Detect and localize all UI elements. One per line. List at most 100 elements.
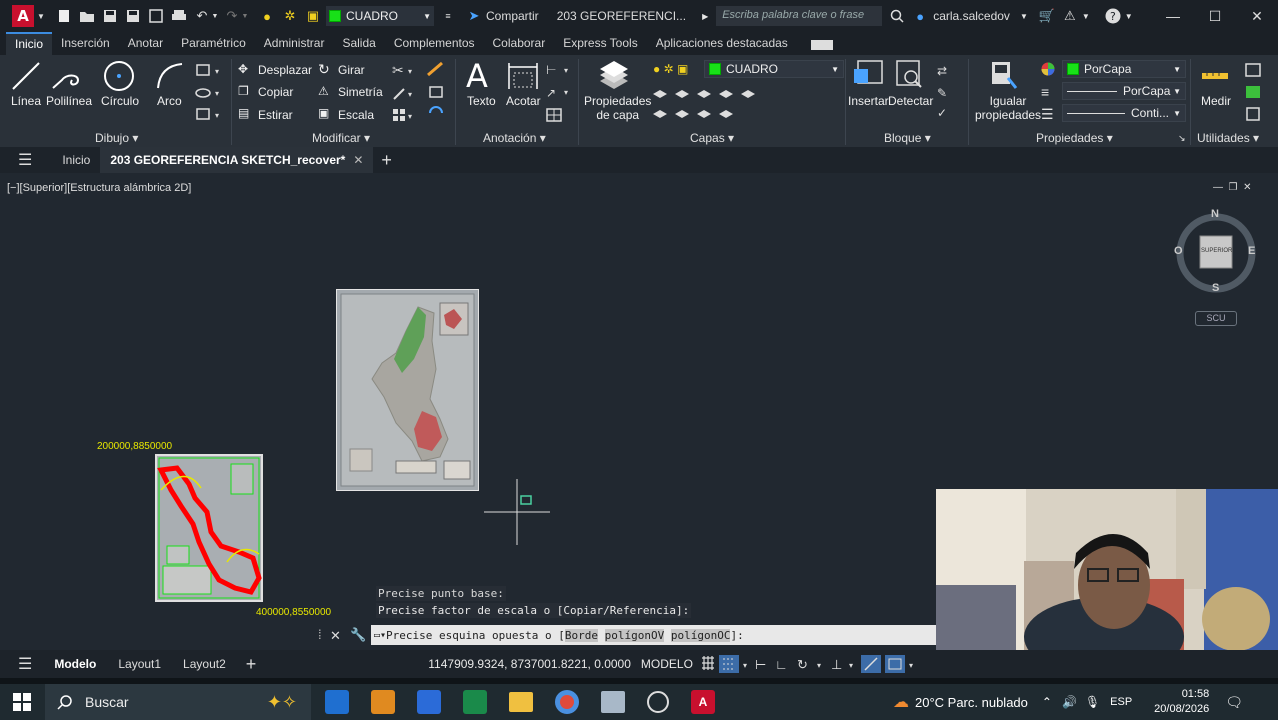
layer-tools-icons[interactable]: [651, 84, 759, 124]
help-chevron-icon[interactable]: ▼: [1125, 12, 1133, 21]
hamburger-menu-icon[interactable]: ☰: [18, 150, 32, 170]
draw-extra-icons[interactable]: ▾ ▾ ▾: [195, 63, 225, 125]
layer-on-icon[interactable]: ● ✲ ▣: [653, 62, 688, 76]
weather-icon[interactable]: ☁: [893, 692, 909, 712]
file-explorer-icon[interactable]: [509, 692, 533, 712]
menu-chevron-icon[interactable]: ▼: [37, 7, 45, 25]
polyline-button[interactable]: Polilínea: [46, 94, 92, 108]
maximize-button[interactable]: ☐: [1194, 0, 1236, 32]
insert-block-icon[interactable]: [852, 59, 886, 91]
close-tab-icon[interactable]: ✕: [353, 147, 363, 173]
arc-button[interactable]: Arco: [157, 94, 182, 108]
drawing-canvas[interactable]: [−][Superior][Estructura alámbrica 2D] —…: [0, 173, 1278, 652]
tab-inicio[interactable]: Inicio: [6, 32, 53, 55]
mic-icon[interactable]: 🎙: [1085, 695, 1100, 709]
layout-menu-icon[interactable]: ☰: [18, 654, 32, 674]
open-folder-icon[interactable]: [78, 7, 96, 25]
tab-parametrico[interactable]: Paramétrico: [172, 32, 255, 55]
add-layout-icon[interactable]: +: [246, 654, 257, 675]
georeferenced-sheet[interactable]: [155, 454, 263, 602]
insert-button[interactable]: Insertar: [848, 94, 889, 108]
utilities-extra-icons[interactable]: [1244, 62, 1262, 122]
undo-icon[interactable]: ↶: [193, 7, 211, 25]
line-button[interactable]: Línea: [11, 94, 41, 108]
layer-properties-icon[interactable]: [598, 61, 630, 91]
move-button[interactable]: Desplazar: [258, 63, 312, 77]
minimize-button[interactable]: —: [1152, 0, 1194, 32]
close-button[interactable]: ✕: [1236, 0, 1278, 32]
text-icon[interactable]: A: [466, 57, 488, 95]
user-icon[interactable]: ●: [911, 7, 929, 25]
command-option-borde[interactable]: Borde: [564, 628, 598, 642]
user-chevron-icon[interactable]: ▼: [1020, 12, 1028, 21]
sun-icon[interactable]: ✲: [281, 7, 299, 25]
search-input[interactable]: Escriba palabra clave o frase: [716, 6, 883, 26]
block-group-label[interactable]: Bloque ▾: [884, 131, 931, 145]
arc-icon[interactable]: [154, 60, 186, 92]
compass-north[interactable]: N: [1211, 208, 1219, 220]
teams-icon[interactable]: [371, 690, 395, 714]
tab-insercion[interactable]: Inserción: [52, 32, 119, 55]
clock[interactable]: 01:58 20/08/2026: [1154, 687, 1209, 717]
compass-west[interactable]: O: [1174, 245, 1183, 257]
circle-icon[interactable]: [102, 59, 136, 93]
learning-chevron-icon[interactable]: ▼: [1082, 12, 1090, 21]
command-prompt-icon[interactable]: ▭▾: [374, 630, 386, 641]
close-command-icon[interactable]: ✕: [330, 628, 341, 644]
map-sheet-image[interactable]: [336, 289, 479, 491]
user-name[interactable]: carla.salcedov: [933, 9, 1010, 23]
dimension-button[interactable]: Acotar: [506, 94, 541, 108]
save-as-icon[interactable]: [124, 7, 142, 25]
excel-icon[interactable]: [463, 690, 487, 714]
share-icon[interactable]: ➤: [465, 7, 483, 25]
tab-colaborar[interactable]: Colaborar: [484, 32, 555, 55]
redo-dropdown-icon[interactable]: ▼: [242, 7, 249, 25]
status-toggle-icons[interactable]: ▾ ⊢ ∟ ↻ ▾ ⊥ ▾ ▾: [699, 654, 935, 674]
line-icon[interactable]: [10, 60, 42, 92]
rotate-button[interactable]: Girar: [338, 63, 365, 77]
tab-anotar[interactable]: Anotar: [119, 32, 172, 55]
volume-icon[interactable]: 🔊: [1062, 695, 1077, 709]
model-space-button[interactable]: MODELO: [641, 657, 693, 671]
tab-complementos[interactable]: Complementos: [385, 32, 484, 55]
compass-south[interactable]: S: [1212, 282, 1219, 294]
stretch-button[interactable]: Estirar: [258, 108, 293, 122]
tray-chevron-icon[interactable]: ⌃: [1042, 695, 1052, 709]
circle-button[interactable]: Círculo: [101, 94, 139, 108]
print-icon[interactable]: [170, 7, 188, 25]
doc-tab-home[interactable]: Inicio: [52, 147, 100, 173]
language-indicator[interactable]: ESP: [1110, 696, 1132, 708]
compass-east[interactable]: E: [1248, 245, 1255, 257]
block-extra-icons[interactable]: ⇄ ✎ ✓: [935, 63, 959, 121]
layout-tab-layout2[interactable]: Layout2: [183, 657, 226, 671]
utilities-group-label[interactable]: Utilidades ▾: [1197, 131, 1259, 145]
linetype-dropdown[interactable]: Conti... ▼: [1062, 104, 1186, 122]
properties-group-label[interactable]: Propiedades ▾: [1036, 131, 1113, 145]
measure-icon[interactable]: [1201, 65, 1229, 87]
layer-selector[interactable]: CUADRO ▼: [326, 6, 434, 26]
ribbon-toggle-icon[interactable]: [810, 40, 833, 50]
save-icon[interactable]: [101, 7, 119, 25]
annotation-group-label[interactable]: Anotación ▾: [483, 131, 546, 145]
ucs-menu[interactable]: SCU: [1195, 311, 1237, 326]
modify-extra-icons[interactable]: ✂ ▾ ▾ ▾: [390, 61, 448, 123]
annotation-extra-icons[interactable]: ⊢ ▾ ↗ ▾: [544, 61, 574, 125]
layout-tab-model[interactable]: Modelo: [54, 657, 96, 671]
help-icon[interactable]: ?: [1104, 7, 1122, 25]
app-icon[interactable]: [601, 691, 625, 713]
redo-icon[interactable]: ↷: [223, 7, 241, 25]
doc-tab-active[interactable]: 203 GEOREFERENCIA SKETCH_recover* ✕: [100, 147, 374, 173]
match-properties-icon[interactable]: [988, 60, 1020, 92]
detect-icon[interactable]: [893, 59, 925, 91]
text-button[interactable]: Texto: [467, 94, 496, 108]
undo-dropdown-icon[interactable]: ▼: [212, 7, 219, 25]
layers-group-label[interactable]: Capas ▾: [690, 131, 734, 145]
layer-dropdown[interactable]: CUADRO ▼: [704, 60, 844, 78]
windows-start-icon[interactable]: [13, 693, 31, 711]
autocad-logo-icon[interactable]: A: [12, 5, 34, 27]
tab-aplicaciones-destacadas[interactable]: Aplicaciones destacadas: [647, 32, 797, 55]
copy-button[interactable]: Copiar: [258, 85, 293, 99]
cart-icon[interactable]: 🛒: [1038, 7, 1056, 25]
scale-button[interactable]: Escala: [338, 108, 374, 122]
lightbulb-icon[interactable]: ●: [258, 7, 276, 25]
